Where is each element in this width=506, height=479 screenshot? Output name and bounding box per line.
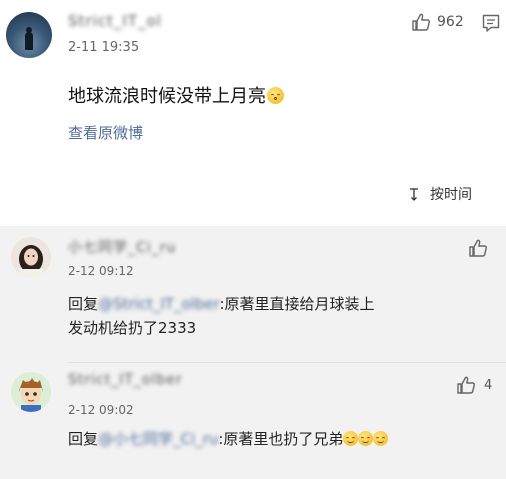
reply-text-content: :原著里也扔了兄弟 — [218, 430, 344, 448]
reply-like-button[interactable]: 4 — [456, 375, 492, 395]
reply-text-line1: :原著里直接给月球装上 — [219, 295, 375, 313]
like-button[interactable]: 962 — [411, 12, 464, 32]
sort-by-time-button[interactable]: 按时间 — [409, 184, 472, 204]
reply-prefix: 回复 — [68, 295, 99, 313]
reply-username[interactable]: Strict_IT_olber — [68, 372, 183, 388]
reply-text: 回复@Strict_IT_olber:原著里直接给月球装上 发动机给扔了2333 — [68, 292, 375, 340]
comment-button[interactable] — [481, 13, 501, 33]
divider — [68, 362, 506, 363]
avatar[interactable] — [11, 372, 51, 412]
smile-emoji — [373, 431, 389, 446]
reply-timestamp: 2-12 09:02 — [68, 403, 134, 417]
like-count: 962 — [437, 14, 464, 30]
smile-emoji — [358, 431, 374, 446]
post-timestamp: 2-11 19:35 — [68, 40, 140, 55]
thumbs-up-icon — [468, 238, 488, 258]
comment-icon — [481, 13, 501, 33]
view-original-link[interactable]: 查看原微博 — [68, 122, 143, 143]
reply-like-count: 4 — [484, 377, 493, 393]
post-text: 地球流浪时候没带上月亮 — [68, 82, 284, 108]
mention-link[interactable]: @Strict_IT_olber — [98, 295, 219, 313]
sort-icon — [409, 186, 427, 202]
thumbs-up-icon — [456, 375, 476, 395]
post-username[interactable]: Strict_IT_ol — [68, 12, 162, 30]
post-text-content: 地球流浪时候没带上月亮 — [68, 86, 266, 107]
avatar[interactable] — [11, 237, 51, 277]
reply-text: 回复@小七同学_Ci_ru:原著里也扔了兄弟 — [68, 427, 389, 451]
replies-section: 小七同学_Ci_ru 2-12 09:12 回复@Strict_IT_olber… — [0, 226, 506, 479]
reply-username[interactable]: 小七同学_Ci_ru — [68, 237, 176, 257]
thumbs-up-icon — [411, 12, 431, 32]
reply-prefix: 回复 — [68, 430, 99, 448]
sleepy-emoji — [267, 87, 284, 104]
reply-like-button[interactable] — [468, 238, 488, 258]
reply-text-line2: 发动机给扔了2333 — [68, 319, 197, 337]
reply-timestamp: 2-12 09:12 — [68, 264, 134, 278]
main-post: Strict_IT_ol 2-11 19:35 962 地球流浪时候没带上月亮 … — [0, 0, 506, 226]
avatar[interactable] — [6, 12, 52, 58]
smile-emoji — [343, 431, 359, 446]
sort-label: 按时间 — [430, 187, 472, 203]
mention-link[interactable]: @小七同学_Ci_ru — [98, 430, 218, 448]
